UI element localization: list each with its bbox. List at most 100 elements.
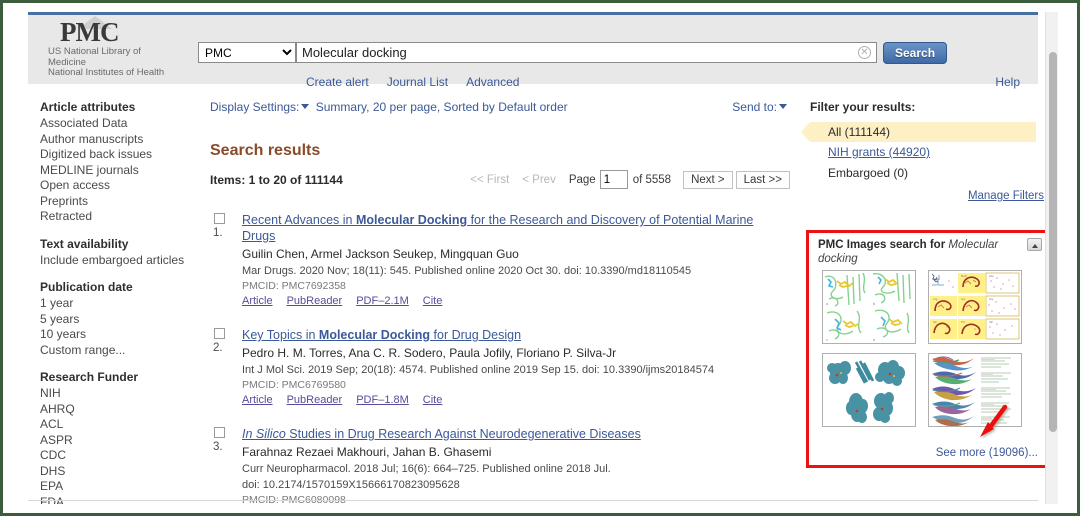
logo-sub-line-1: US National Library of bbox=[48, 46, 141, 57]
result-title-suffix: Studies in Drug Research Against Neurode… bbox=[285, 427, 641, 441]
facet-item-nih[interactable]: NIH bbox=[40, 386, 205, 402]
search-button[interactable]: Search bbox=[883, 42, 948, 64]
facet-title-text-availability: Text availability bbox=[40, 236, 129, 251]
facet-item-author-manuscripts[interactable]: Author manuscripts bbox=[40, 132, 205, 148]
result-pmcid: PMCID: PMC7692358 bbox=[242, 280, 346, 292]
facet-item-medline-journals[interactable]: MEDLINE journals bbox=[40, 163, 205, 179]
result-pmcid: PMCID: PMC6769580 bbox=[242, 379, 346, 391]
manage-filters-link[interactable]: Manage Filters bbox=[968, 190, 1044, 202]
result-number: 1. bbox=[213, 227, 223, 239]
filter-embargoed-row: Embargoed (0) bbox=[810, 163, 1048, 184]
vertical-scrollbar[interactable] bbox=[1045, 12, 1058, 504]
screenshot-viewport: PMC US National Library of Medicine Nati… bbox=[0, 0, 1080, 516]
facet-item-cdc[interactable]: CDC bbox=[40, 448, 205, 464]
pmc-logo[interactable]: PMC US National Library of Medicine Nati… bbox=[46, 16, 196, 79]
prev-page-link: < Prev bbox=[522, 173, 556, 186]
site-header: PMC US National Library of Medicine Nati… bbox=[28, 12, 1038, 89]
clear-search-icon[interactable]: ✕ bbox=[858, 46, 871, 59]
page-number-input[interactable] bbox=[599, 170, 628, 189]
facet-item-ahrq[interactable]: AHRQ bbox=[40, 402, 205, 418]
chevron-down-icon-sendto bbox=[779, 104, 787, 110]
filter-all-label: All (111144) bbox=[828, 125, 891, 139]
thumbnail-protein-ligand-green[interactable]: ab cd bbox=[822, 270, 916, 344]
result-citation-doi: doi: 10.2174/1570159X15666170823095628 bbox=[242, 479, 460, 491]
result-title-link[interactable]: Recent Advances in Molecular Docking for… bbox=[242, 212, 790, 244]
facet-item-include-embargoed[interactable]: Include embargoed articles bbox=[40, 253, 205, 269]
result-title-prefix: Recent Advances in bbox=[242, 213, 356, 227]
result-link-article[interactable]: Article bbox=[242, 295, 273, 307]
facet-item-acl[interactable]: ACL bbox=[40, 417, 205, 433]
facet-item-custom-range[interactable]: Custom range... bbox=[40, 343, 205, 359]
page-title: Search results bbox=[210, 142, 321, 159]
result-authors: Pedro H. M. Torres, Ana C. R. Sodero, Pa… bbox=[242, 346, 617, 360]
thumbnail-yellow-panel-grid[interactable]: NAD site Arg Lys Gly Ser Thr Val bbox=[928, 270, 1023, 344]
facet-item-preprints[interactable]: Preprints bbox=[40, 194, 205, 210]
svg-text:a: a bbox=[826, 302, 828, 306]
result-link-pubreader[interactable]: PubReader bbox=[287, 394, 343, 406]
facet-item-dhs[interactable]: DHS bbox=[40, 464, 205, 480]
page-label: Page bbox=[568, 173, 596, 186]
result-link-pdf[interactable]: PDF–2.1M bbox=[356, 295, 409, 307]
pmc-images-title-prefix: PMC Images search for bbox=[818, 239, 949, 251]
result-checkbox[interactable] bbox=[214, 427, 225, 438]
result-item: 3. In Silico Studies in Drug Research Ag… bbox=[210, 426, 790, 504]
display-settings-label: Display Settings: bbox=[210, 100, 300, 114]
database-select[interactable]: PMC bbox=[198, 42, 296, 63]
items-pager-row: Items: 1 to 20 of 111144 << First < Prev P… bbox=[210, 170, 790, 192]
see-more-images-row: See more (19096)... bbox=[936, 447, 1038, 459]
result-link-cite[interactable]: Cite bbox=[423, 295, 443, 307]
result-link-article[interactable]: Article bbox=[242, 394, 273, 406]
svg-text:NAD: NAD bbox=[961, 274, 967, 278]
svg-text:Arg: Arg bbox=[933, 297, 938, 301]
facet-item-1-year[interactable]: 1 year bbox=[40, 296, 205, 312]
result-authors: Farahnaz Rezaei Makhouri, Jahan B. Ghase… bbox=[242, 445, 492, 459]
search-input[interactable] bbox=[296, 42, 877, 63]
scrollbar-thumb[interactable] bbox=[1049, 52, 1057, 432]
svg-text:Val: Val bbox=[989, 320, 993, 324]
result-checkbox[interactable] bbox=[214, 328, 225, 339]
svg-text:d: d bbox=[873, 338, 875, 342]
pmc-images-panel: PMC Images search for Molecular docking bbox=[806, 230, 1052, 468]
display-settings-button[interactable]: Display Settings: bbox=[210, 100, 312, 114]
facet-item-open-access[interactable]: Open access bbox=[40, 178, 205, 194]
facet-group-research-funder: Research Funder NIH AHRQ ACL ASPR CDC DH… bbox=[40, 370, 205, 504]
result-title-prefix: Key Topics in bbox=[242, 328, 319, 342]
thumbnail-teal-protein-structures[interactable] bbox=[822, 353, 916, 427]
result-link-pubreader[interactable]: PubReader bbox=[287, 295, 343, 307]
result-link-cite[interactable]: Cite bbox=[423, 394, 443, 406]
facet-item-digitized-back-issues[interactable]: Digitized back issues bbox=[40, 147, 205, 163]
result-checkbox[interactable] bbox=[214, 213, 225, 224]
facet-item-5-years[interactable]: 5 years bbox=[40, 312, 205, 328]
filter-results-title: Filter your results: bbox=[810, 100, 916, 114]
create-alert-link[interactable]: Create alert bbox=[306, 75, 369, 89]
send-to-button[interactable]: Send to: bbox=[732, 100, 790, 114]
pagination: << First < Prev Page of 5558 Next >Last >> bbox=[470, 170, 790, 189]
filter-all-row[interactable]: All (111144) bbox=[801, 122, 1036, 142]
filter-nih-grants-link[interactable]: NIH grants (44920) bbox=[828, 145, 930, 159]
result-title-link[interactable]: Key Topics in Molecular Docking for Drug… bbox=[242, 327, 790, 343]
help-link[interactable]: Help bbox=[995, 75, 1020, 89]
result-title-highlight: Molecular Docking bbox=[355, 213, 468, 227]
result-citation: Curr Neuropharmacol. 2018 Jul; 16(6): 66… bbox=[242, 463, 611, 475]
result-item: 1. Recent Advances in Molecular Docking … bbox=[210, 212, 790, 307]
filter-embargoed-label: Embargoed (0) bbox=[828, 166, 909, 180]
facet-item-associated-data[interactable]: Associated Data bbox=[40, 116, 205, 132]
see-more-images-link[interactable]: See more (19096)... bbox=[936, 447, 1038, 459]
facet-item-aspr[interactable]: ASPR bbox=[40, 433, 205, 449]
manage-filters-row: Manage Filters bbox=[810, 190, 1048, 202]
facet-item-10-years[interactable]: 10 years bbox=[40, 327, 205, 343]
result-title-link[interactable]: In Silico Studies in Drug Research Again… bbox=[242, 426, 790, 442]
next-page-button[interactable]: Next > bbox=[683, 170, 733, 189]
result-links: Article PubReader PDF–2.1M Cite bbox=[242, 295, 790, 307]
last-page-button[interactable]: Last >> bbox=[735, 170, 790, 189]
advanced-search-link[interactable]: Advanced bbox=[466, 75, 519, 89]
send-to-label: Send to: bbox=[732, 100, 777, 114]
thumbnail-multicolor-spectra[interactable] bbox=[928, 353, 1023, 427]
journal-list-link[interactable]: Journal List bbox=[387, 75, 448, 89]
facet-item-epa[interactable]: EPA bbox=[40, 479, 205, 495]
collapse-panel-icon[interactable] bbox=[1027, 238, 1042, 251]
result-citation: Int J Mol Sci. 2019 Sep; 20(18): 4574. P… bbox=[242, 364, 715, 376]
pmc-images-panel-inner: PMC Images search for Molecular docking bbox=[818, 238, 1042, 461]
result-link-pdf[interactable]: PDF–1.8M bbox=[356, 394, 409, 406]
facet-item-retracted[interactable]: Retracted bbox=[40, 209, 205, 225]
